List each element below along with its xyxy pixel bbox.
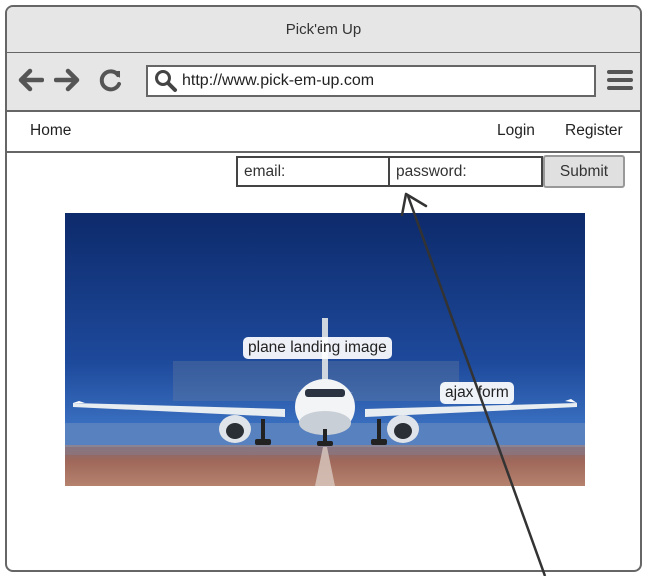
back-arrow-icon[interactable] xyxy=(17,66,45,94)
browser-toolbar: http://www.pick-em-up.com xyxy=(7,53,640,112)
window-title: Pick'em Up xyxy=(285,21,362,38)
url-text[interactable]: http://www.pick-em-up.com xyxy=(182,72,374,90)
hamburger-menu-icon[interactable] xyxy=(607,67,633,93)
email-field-label: email: xyxy=(244,162,286,180)
browser-window: Pick'em Up http://www.pick-em-up.com Hom… xyxy=(5,5,642,572)
address-bar[interactable]: http://www.pick-em-up.com xyxy=(146,65,596,97)
ajax-form-annotation: ajax form xyxy=(440,382,514,404)
nav-home-link[interactable]: Home xyxy=(30,122,71,140)
password-field-label: password: xyxy=(396,162,467,180)
plane-image-annotation: plane landing image xyxy=(243,337,392,359)
forward-arrow-icon[interactable] xyxy=(53,66,81,94)
site-navbar: Home Login Register xyxy=(7,111,640,153)
reload-icon[interactable] xyxy=(97,66,125,94)
window-titlebar: Pick'em Up xyxy=(7,7,640,54)
email-field[interactable]: email: xyxy=(236,156,390,187)
password-field[interactable]: password: xyxy=(388,156,543,187)
submit-button[interactable]: Submit xyxy=(543,155,625,188)
nav-login-link[interactable]: Login xyxy=(497,122,535,140)
search-icon xyxy=(152,67,180,95)
nav-register-link[interactable]: Register xyxy=(565,122,623,140)
